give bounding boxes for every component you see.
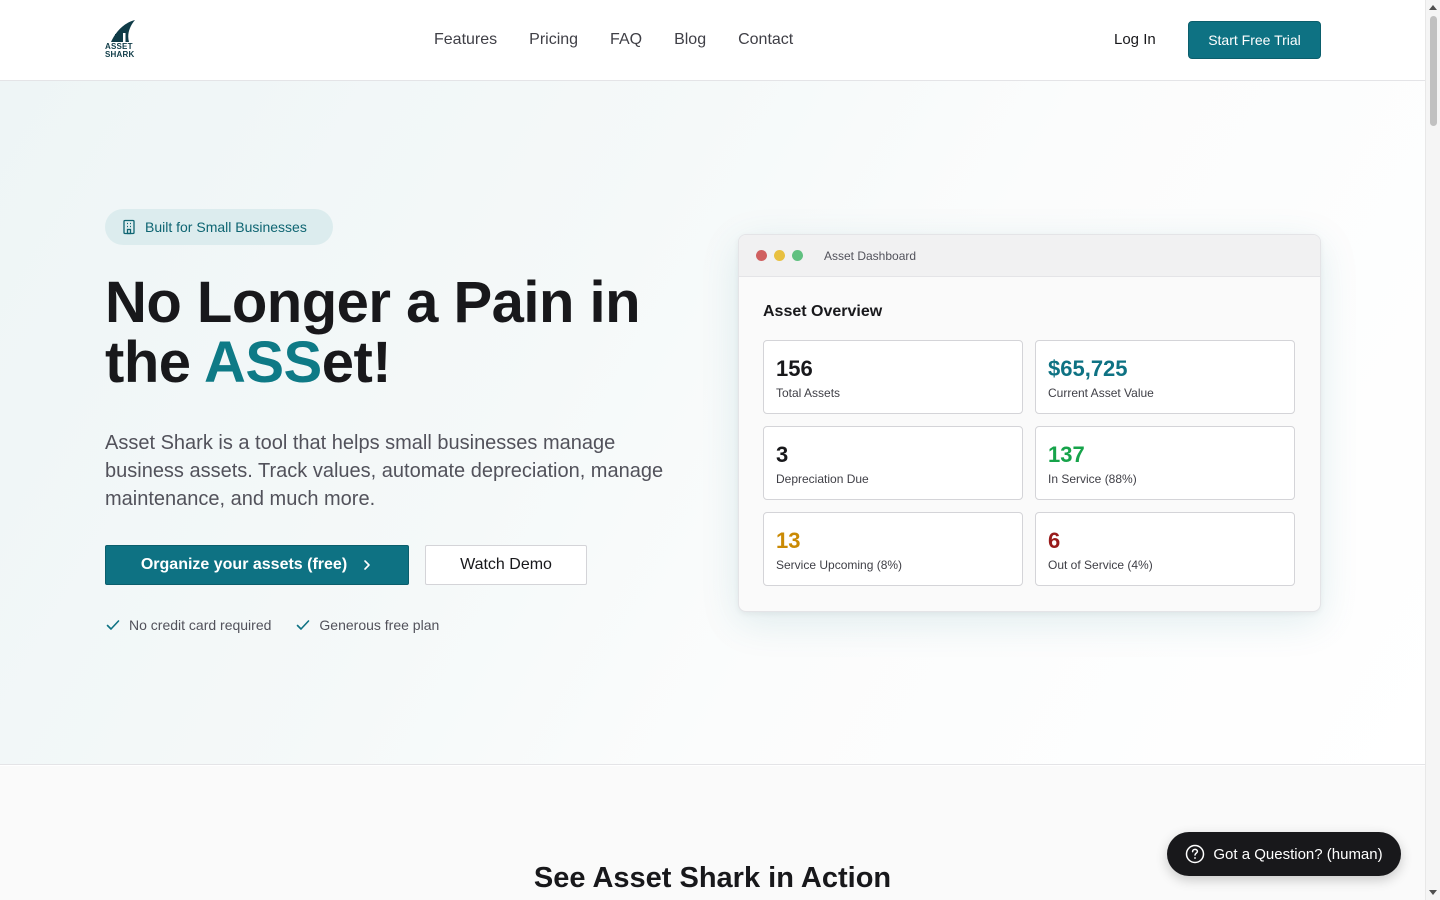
- scroll-down-arrow[interactable]: [1429, 890, 1437, 895]
- nav-link-pricing[interactable]: Pricing: [529, 30, 578, 50]
- check-icon: [106, 620, 120, 630]
- question-circle-icon: [1186, 844, 1205, 864]
- badge-label: Built for Small Businesses: [145, 219, 307, 235]
- stat-label: In Service (88%): [1048, 472, 1137, 486]
- small-business-badge: Built for Small Businesses: [105, 209, 333, 245]
- stat-value: 6: [1048, 528, 1061, 553]
- asset-dashboard-preview: Asset Dashboard Asset Overview 156 Total…: [738, 234, 1321, 612]
- headline-accent: ASS: [203, 330, 322, 395]
- watch-demo-button[interactable]: Watch Demo: [425, 545, 587, 585]
- stat-card: 3 Depreciation Due: [763, 426, 1023, 500]
- stats-grid: 156 Total Assets $65,725 Current Asset V…: [763, 340, 1296, 586]
- stat-card: 137 In Service (88%): [1035, 426, 1295, 500]
- stat-value: 3: [776, 442, 789, 467]
- login-link[interactable]: Log In: [1114, 31, 1156, 49]
- stat-label: Service Upcoming (8%): [776, 558, 903, 572]
- check-item: No credit card required: [105, 617, 271, 633]
- hero-subtext: Asset Shark is a tool that helps small b…: [105, 432, 664, 510]
- stat-card: $65,725 Current Asset Value: [1035, 340, 1295, 414]
- page-scrollbar[interactable]: [1425, 0, 1440, 900]
- stat-value: $65,725: [1048, 356, 1128, 381]
- nav-link-features[interactable]: Features: [434, 30, 497, 50]
- stat-label: Out of Service (4%): [1048, 558, 1153, 572]
- page: ASSET SHARK Features Pricing FAQ Blog Co…: [0, 0, 1425, 900]
- nav-link-faq[interactable]: FAQ: [610, 30, 642, 50]
- scroll-up-arrow[interactable]: [1429, 5, 1437, 10]
- nav-links: Features Pricing FAQ Blog Contact: [434, 30, 793, 50]
- nav-link-contact[interactable]: Contact: [738, 30, 793, 50]
- chat-question-button[interactable]: Got a Question? (human): [1167, 832, 1401, 876]
- logo[interactable]: ASSET SHARK: [105, 19, 141, 61]
- chevron-right-icon: [364, 560, 370, 570]
- window-dot-yellow: [774, 250, 785, 261]
- building-icon: [123, 219, 135, 235]
- organize-assets-button[interactable]: Organize your assets (free): [105, 545, 409, 585]
- shark-fin-icon: [111, 20, 135, 42]
- stat-value: 13: [776, 528, 801, 553]
- start-free-trial-button[interactable]: Start Free Trial: [1188, 21, 1321, 59]
- window-titlebar: Asset Dashboard: [739, 235, 1320, 277]
- stat-value: 156: [776, 356, 813, 381]
- hero-section: Built for Small Businesses No Longer a P…: [0, 81, 1425, 765]
- stat-label: Total Assets: [776, 386, 841, 400]
- stat-card: 13 Service Upcoming (8%): [763, 512, 1023, 586]
- check-item: Generous free plan: [295, 617, 439, 633]
- scroll-thumb[interactable]: [1430, 16, 1437, 126]
- dashboard-heading: Asset Overview: [763, 303, 883, 320]
- logo-text: ASSET SHARK: [105, 42, 135, 59]
- stat-value: 137: [1048, 442, 1085, 467]
- window-dot-green: [792, 250, 803, 261]
- check-icon: [297, 620, 310, 630]
- stat-label: Depreciation Due: [776, 472, 869, 486]
- stat-card: 6 Out of Service (4%): [1035, 512, 1295, 586]
- benefit-checks: No credit card required Generous free pl…: [105, 617, 439, 633]
- stat-card: 156 Total Assets: [763, 340, 1023, 414]
- stat-label: Current Asset Value: [1048, 386, 1154, 400]
- window-dot-red: [756, 250, 767, 261]
- nav-link-blog[interactable]: Blog: [674, 30, 706, 50]
- window-title: Asset Dashboard: [824, 248, 917, 263]
- hero-headline: No Longer a Pain in the ASSet!: [105, 270, 641, 395]
- top-nav: ASSET SHARK Features Pricing FAQ Blog Co…: [0, 0, 1425, 81]
